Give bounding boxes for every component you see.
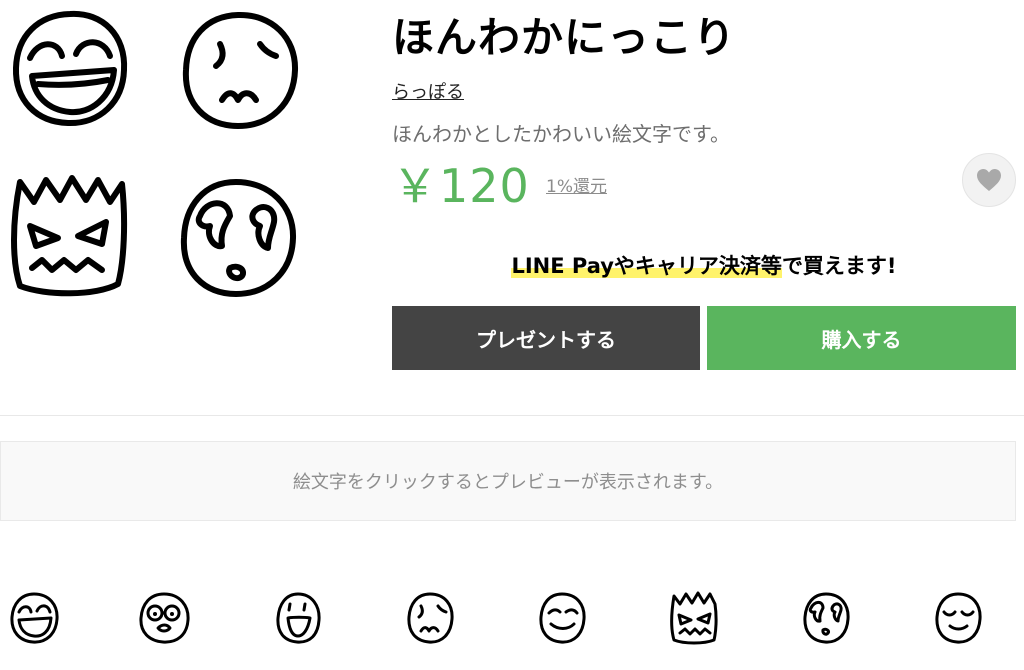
heart-icon [977,169,1001,191]
favorite-button[interactable] [962,153,1016,207]
emoji-grid [0,590,1024,670]
payment-note-rest: で買えます! [781,254,897,278]
laughing-face-icon[interactable] [8,590,60,646]
payment-note: LINE Payやキャリア決済等で買えます! [392,250,1016,280]
open-mouth-face-icon[interactable] [272,590,324,646]
laughing-face-icon [12,10,128,127]
worried-face-icon[interactable] [404,590,456,646]
payment-note-highlight: LINE Payやキャリア決済等 [511,254,782,278]
smiling-face-icon[interactable] [536,590,588,646]
product-description: ほんわかとしたかわいい絵文字です。 [392,122,730,146]
cashback-link[interactable]: 1%還元 [546,172,607,197]
glasses-face-icon[interactable] [136,590,192,646]
angry-face-icon[interactable] [668,590,720,646]
preview-hint: 絵文字をクリックするとプレビューが表示されます。 [292,472,724,493]
angry-face-icon [11,175,128,297]
preview-area: 絵文字をクリックするとプレビューが表示されます。 [0,441,1016,521]
crying-face-icon [180,179,297,297]
author-link[interactable]: らっぽる [392,78,464,104]
divider [0,415,1024,416]
buy-button[interactable]: 購入する [707,306,1016,370]
content-face-icon[interactable] [932,590,984,646]
present-button[interactable]: プレゼントする [392,306,700,370]
worried-face-icon [182,11,299,129]
price: ￥120 [392,159,530,213]
product-title: ほんわかにっこり [392,13,737,62]
hero-emoji-preview [0,0,330,310]
crying-face-icon[interactable] [800,590,852,646]
